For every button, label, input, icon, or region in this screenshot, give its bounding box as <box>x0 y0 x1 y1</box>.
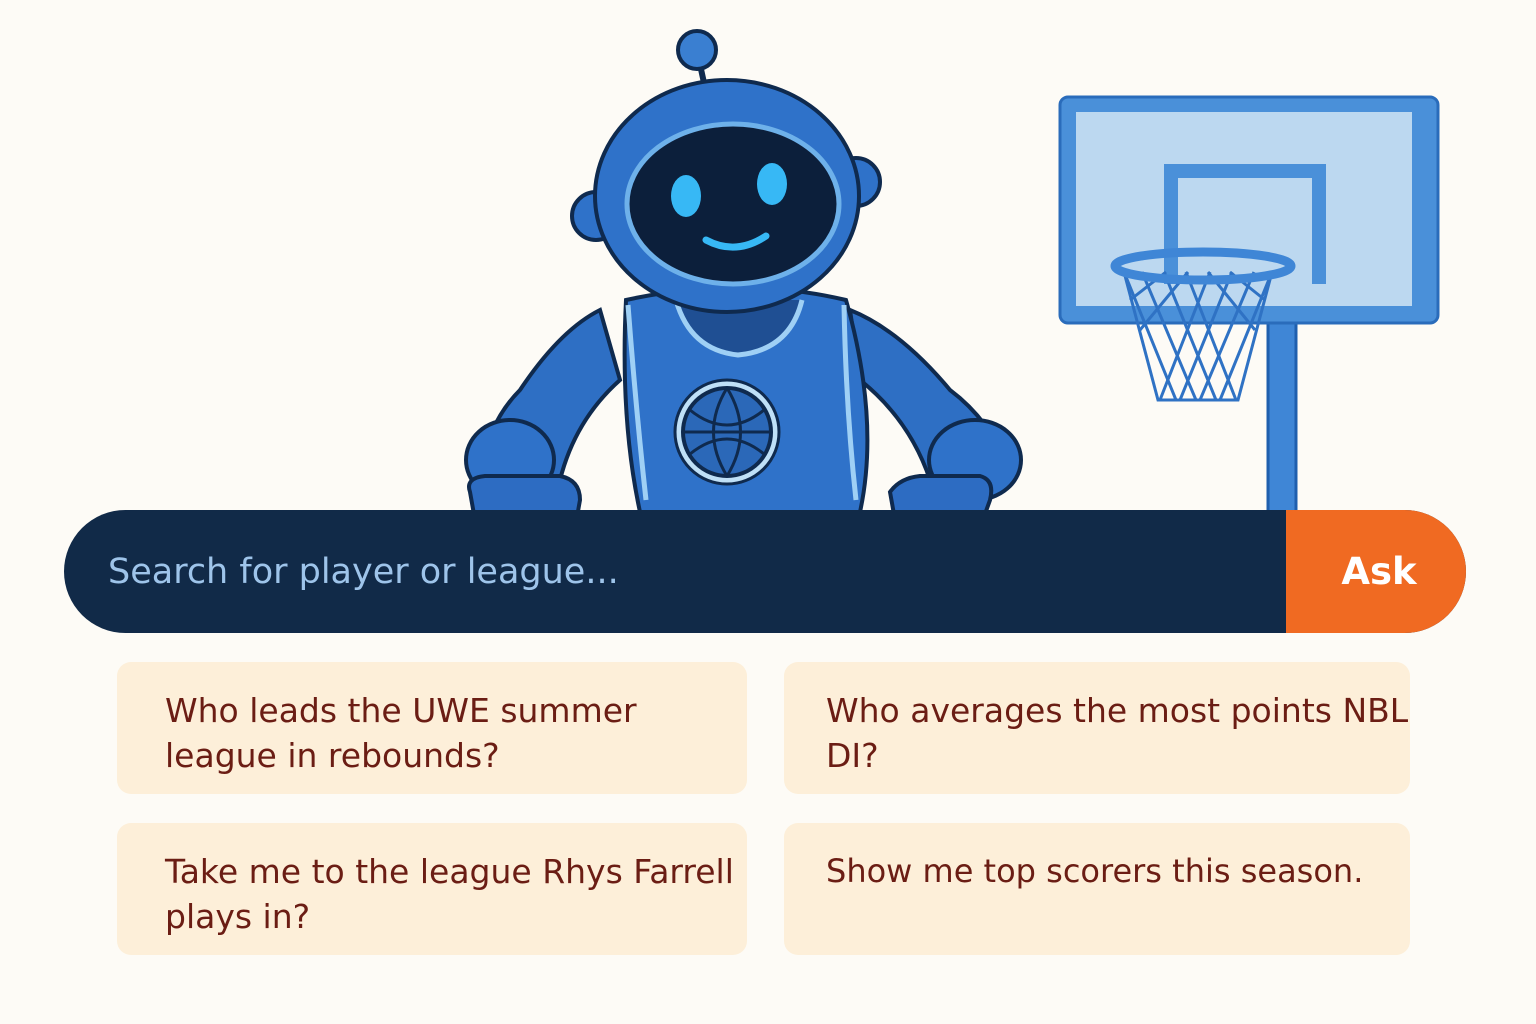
suggestion-card[interactable]: Take me to the league Rhys Farrell plays… <box>117 823 747 955</box>
suggestion-card[interactable]: Show me top scorers this season. <box>784 823 1410 955</box>
ask-button[interactable]: Ask <box>1286 510 1466 633</box>
search-input[interactable] <box>64 510 1286 633</box>
suggestion-card[interactable]: Who averages the most points NBL DI? <box>784 662 1410 794</box>
search-bar: Ask <box>64 510 1466 633</box>
basketball-icon <box>673 378 781 486</box>
suggestion-card[interactable]: Who leads the UWE summer league in rebou… <box>117 662 747 794</box>
basketball-hoop-icon <box>1058 95 1440 520</box>
robot-mascot-icon <box>464 29 1023 535</box>
